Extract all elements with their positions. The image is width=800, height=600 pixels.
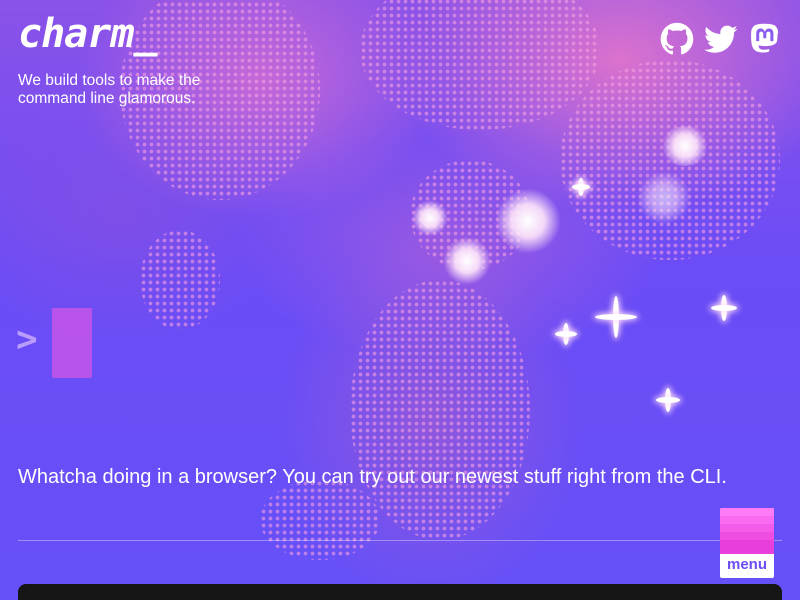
terminal-prompt: > xyxy=(16,319,38,360)
charm-logo[interactable]: charm_ xyxy=(18,14,157,54)
tagline: We build tools to make the command line … xyxy=(18,72,201,107)
mastodon-icon xyxy=(751,23,779,53)
menu-label: menu xyxy=(726,556,767,573)
menu-button[interactable]: menu xyxy=(720,508,774,578)
twitter-icon xyxy=(704,25,738,53)
light-orb xyxy=(636,172,692,224)
light-orb xyxy=(660,126,710,166)
light-orb xyxy=(412,200,448,236)
terminal-cursor xyxy=(52,308,92,378)
particle-cluster xyxy=(140,230,220,330)
light-orb xyxy=(443,237,491,285)
light-orb xyxy=(495,188,561,254)
particle-cluster xyxy=(350,280,530,540)
cli-message: Whatcha doing in a browser? You can try … xyxy=(18,466,727,488)
github-link[interactable] xyxy=(660,22,694,56)
particle-cluster xyxy=(260,480,380,560)
mastodon-link[interactable] xyxy=(748,22,782,56)
menu-stripes xyxy=(720,508,774,554)
twitter-link[interactable] xyxy=(704,22,738,56)
divider xyxy=(18,540,782,541)
bottom-panel xyxy=(18,584,782,600)
social-links xyxy=(660,22,782,56)
github-icon xyxy=(660,22,694,55)
particle-cluster xyxy=(360,0,600,130)
